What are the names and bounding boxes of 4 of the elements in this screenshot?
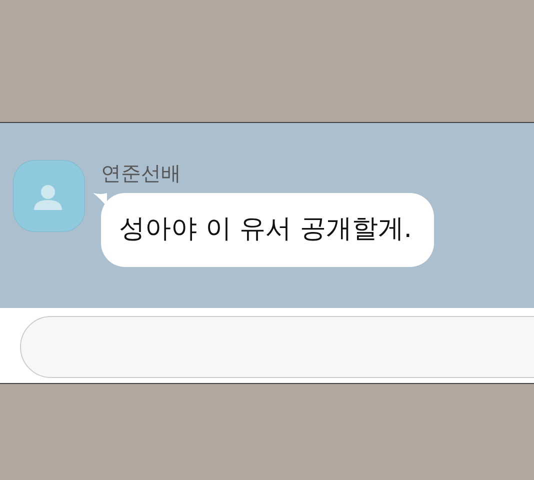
sender-name: 연준선배 [101,163,181,183]
avatar-icon[interactable] [13,160,85,232]
message-input[interactable] [20,316,534,378]
message-bubble: 성아야 이 유서 공개할게. [101,193,434,267]
